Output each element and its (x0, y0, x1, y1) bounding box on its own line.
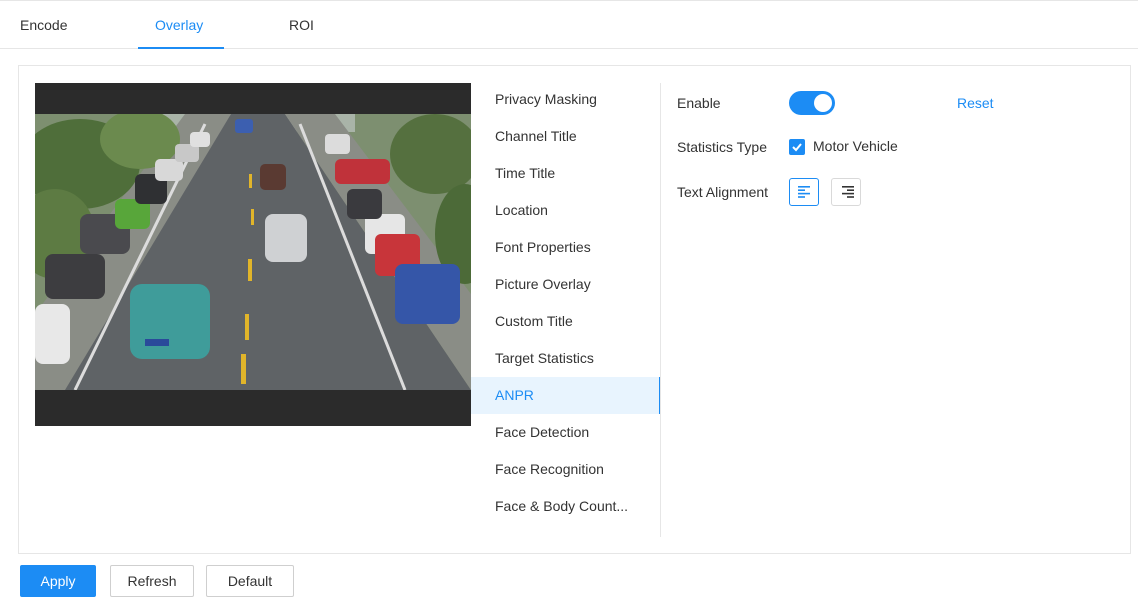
tab-encode[interactable]: Encode (20, 17, 67, 50)
road-scene-image (35, 114, 471, 390)
menu-item-location[interactable]: Location (471, 192, 661, 229)
enable-label: Enable (677, 95, 721, 111)
reset-link[interactable]: Reset (957, 95, 994, 111)
refresh-button[interactable]: Refresh (110, 565, 194, 597)
menu-item-channel-title[interactable]: Channel Title (471, 118, 661, 155)
enable-toggle[interactable] (789, 91, 835, 115)
align-left-icon (798, 186, 810, 198)
top-tab-bar: Encode Overlay ROI (0, 0, 1138, 49)
align-right-button[interactable] (831, 178, 861, 206)
tab-overlay[interactable]: Overlay (155, 17, 203, 50)
text-alignment-label: Text Alignment (677, 184, 769, 200)
active-tab-indicator (138, 47, 224, 49)
motor-vehicle-checkbox[interactable] (789, 139, 805, 155)
default-button[interactable]: Default (206, 565, 294, 597)
menu-item-picture-overlay[interactable]: Picture Overlay (471, 266, 661, 303)
toggle-knob (814, 94, 832, 112)
menu-item-face-recognition[interactable]: Face Recognition (471, 451, 661, 488)
menu-item-privacy-masking[interactable]: Privacy Masking (471, 81, 661, 118)
menu-item-time-title[interactable]: Time Title (471, 155, 661, 192)
tab-roi[interactable]: ROI (289, 17, 314, 50)
checkmark-icon (792, 143, 802, 152)
menu-item-face-body-count[interactable]: Face & Body Count... (471, 488, 661, 525)
menu-item-anpr[interactable]: ANPR (471, 377, 661, 414)
align-left-button[interactable] (789, 178, 819, 206)
video-preview[interactable] (35, 83, 471, 426)
statistics-type-label: Statistics Type (677, 139, 768, 155)
apply-button[interactable]: Apply (20, 565, 96, 597)
menu-divider (660, 83, 661, 537)
menu-item-custom-title[interactable]: Custom Title (471, 303, 661, 340)
overlay-function-menu: Privacy Masking Channel Title Time Title… (471, 81, 661, 525)
menu-item-face-detection[interactable]: Face Detection (471, 414, 661, 451)
menu-item-font-properties[interactable]: Font Properties (471, 229, 661, 266)
menu-item-target-statistics[interactable]: Target Statistics (471, 340, 661, 377)
align-right-icon (842, 186, 854, 198)
motor-vehicle-label: Motor Vehicle (813, 138, 898, 154)
